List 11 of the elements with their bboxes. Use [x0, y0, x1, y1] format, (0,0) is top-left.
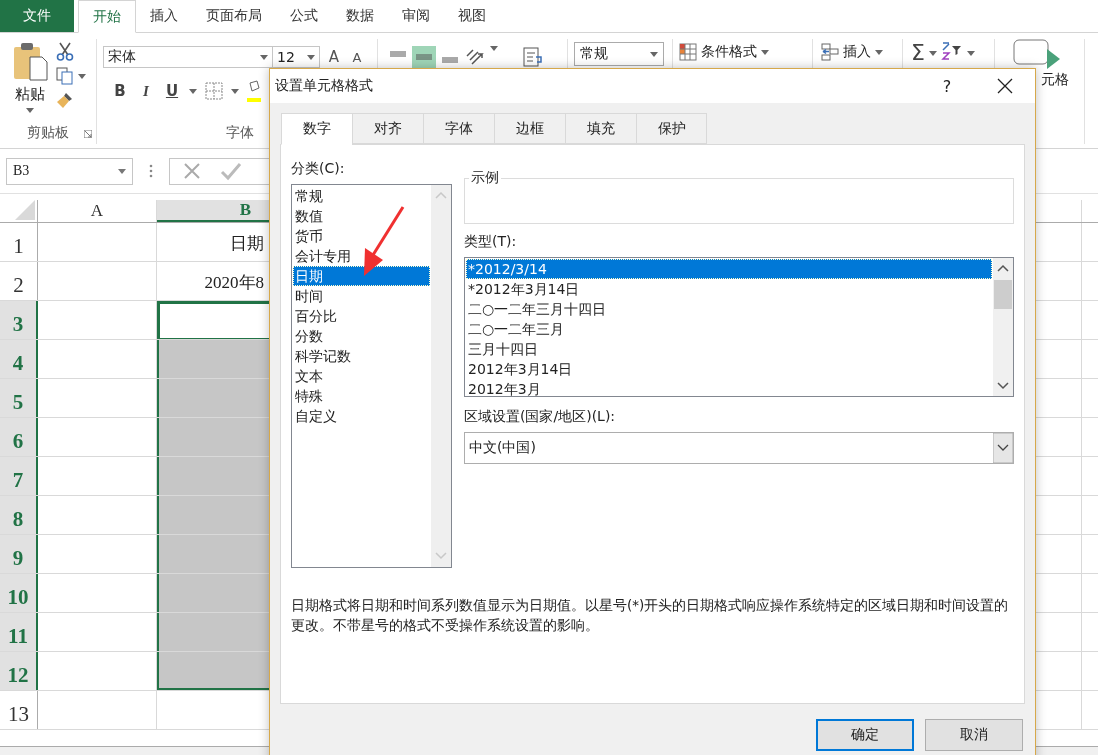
locale-label: 区域设置(国家/地区)(L):	[464, 408, 617, 426]
category-label: 分类(C):	[291, 160, 346, 178]
description-text: 日期格式将日期和时间系列数值显示为日期值。以星号(*)开头的日期格式响应操作系统特定的区域日期和时间设置的更改。不带星号的格式不受操作系统设置的影响。	[291, 596, 1010, 635]
cells-label: 元格	[1041, 71, 1069, 89]
group-label: 剪贴板	[27, 124, 69, 142]
dialog-title: 设置单元格格式	[275, 77, 373, 95]
group-label: 字体	[226, 124, 254, 142]
cell-text: 日期	[230, 233, 264, 255]
cell-text: 2020年8	[204, 272, 264, 294]
sample-label: 示例	[470, 169, 500, 187]
type-label: 类型(T):	[464, 233, 518, 251]
